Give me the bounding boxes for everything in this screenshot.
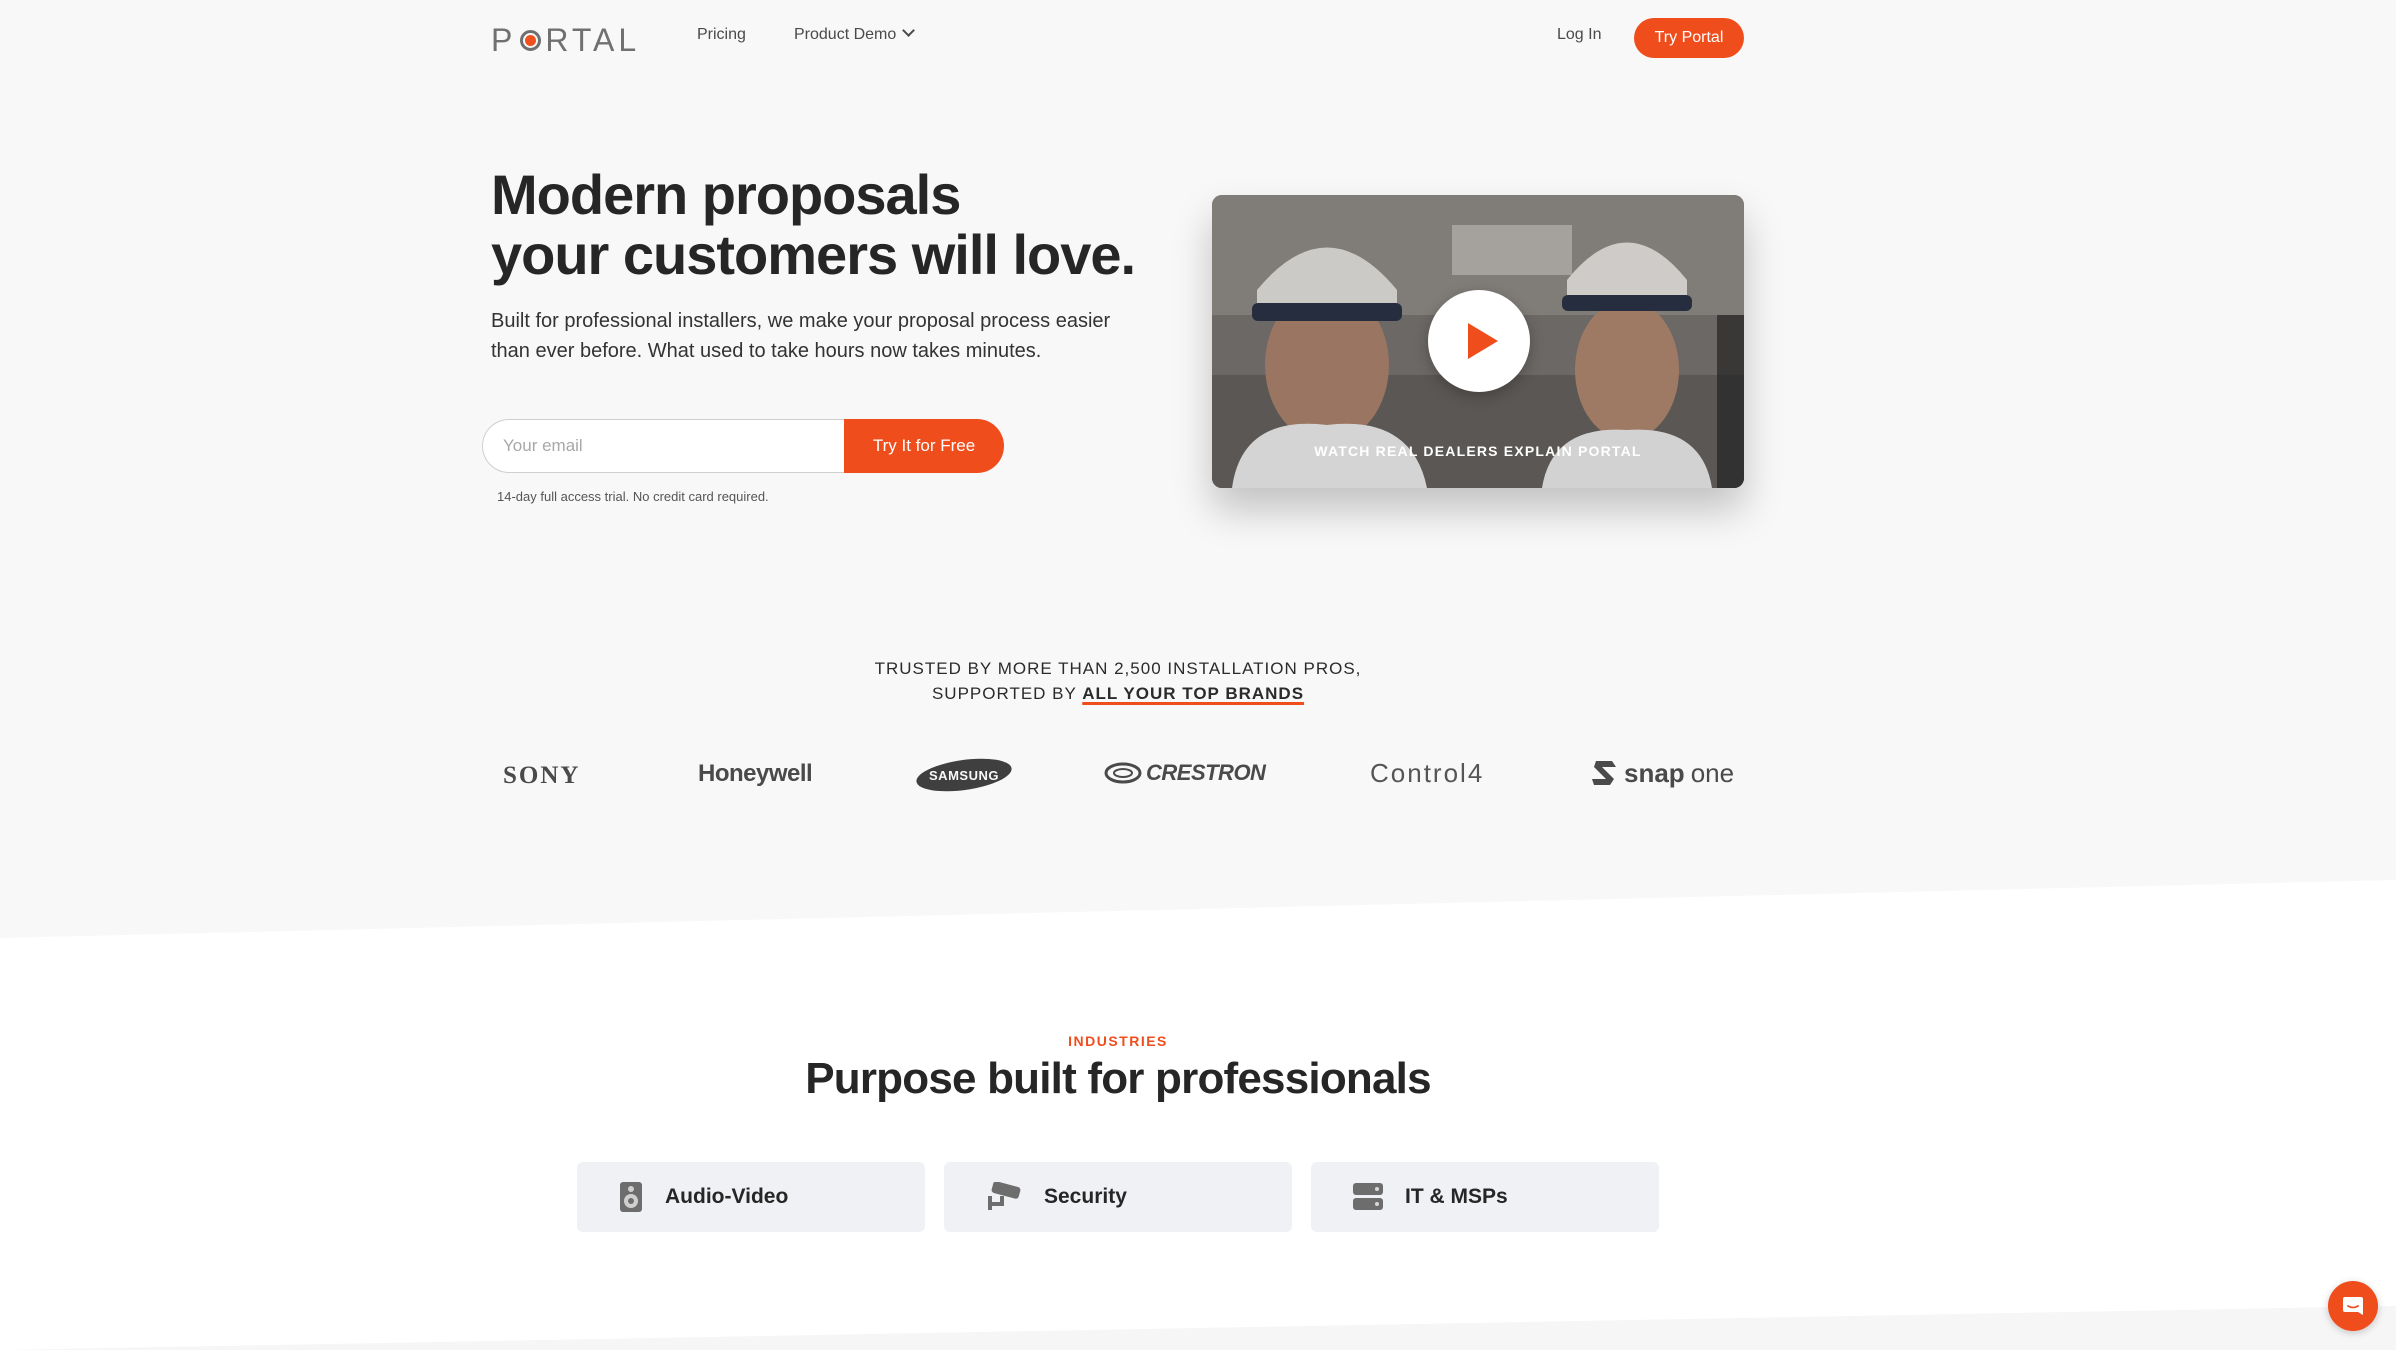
trust-line-2: SUPPORTED BY ALL YOUR TOP BRANDS bbox=[0, 681, 2236, 706]
logo-record-icon bbox=[520, 30, 542, 51]
trust-line-1: TRUSTED BY MORE THAN 2,500 INSTALLATION … bbox=[874, 659, 1362, 678]
security-camera-icon bbox=[988, 1182, 1021, 1210]
industry-card-it-msps[interactable]: IT & MSPs bbox=[1311, 1162, 1659, 1232]
sony-logo: SONY bbox=[503, 762, 581, 789]
industry-card-audio-video[interactable]: Audio-Video bbox=[577, 1162, 925, 1232]
trust-line-2-prefix: SUPPORTED BY bbox=[931, 684, 1083, 703]
snapone-logo-text: snap bbox=[1624, 757, 1685, 788]
crestron-logo-text: CRESTRON bbox=[1146, 760, 1266, 785]
chevron-down-icon bbox=[902, 24, 916, 37]
nav-product-demo-label: Product Demo bbox=[794, 26, 897, 43]
top-brands-highlight: ALL YOUR TOP BRANDS bbox=[1082, 684, 1305, 703]
industries-title: Purpose built for professionals bbox=[805, 1054, 1431, 1103]
video-caption: WATCH REAL DEALERS EXPLAIN PORTAL bbox=[1314, 443, 1642, 459]
crestron-swoosh-icon bbox=[1104, 762, 1142, 784]
industry-card-label: Audio-Video bbox=[665, 1185, 789, 1208]
login-link[interactable]: Log In bbox=[1557, 26, 1601, 44]
hero-headline-line2: your customers will love. bbox=[491, 223, 1136, 286]
server-icon bbox=[1353, 1183, 1383, 1210]
try-portal-button[interactable]: Try Portal bbox=[1634, 18, 1744, 58]
chat-launcher-button[interactable] bbox=[2328, 1281, 2378, 1331]
email-input[interactable] bbox=[482, 419, 844, 473]
samsung-logo-text: SAMSUNG bbox=[929, 768, 999, 783]
industry-card-security[interactable]: Security bbox=[944, 1162, 1292, 1232]
snapone-s-icon bbox=[1592, 761, 1616, 785]
samsung-logo: SAMSUNG bbox=[916, 758, 1012, 792]
hero-subtext: Built for professional installers, we ma… bbox=[491, 310, 1111, 362]
control4-logo: Control4 bbox=[1370, 758, 1485, 788]
industry-card-label: IT & MSPs bbox=[1405, 1185, 1508, 1208]
industry-card-label: Security bbox=[1044, 1185, 1127, 1208]
nav-pricing-link[interactable]: Pricing bbox=[697, 26, 746, 44]
snapone-logo-text-one: one bbox=[1690, 757, 1735, 788]
play-icon bbox=[1468, 323, 1498, 359]
crestron-logo: CRESTRON bbox=[1104, 760, 1266, 786]
hero-headline-line1: Modern proposals bbox=[491, 163, 961, 226]
honeywell-logo: Honeywell bbox=[698, 760, 813, 787]
logo-text-left: P bbox=[491, 22, 517, 58]
snapone-logo: snap one bbox=[1592, 757, 1734, 789]
nav-product-demo-dropdown[interactable]: Product Demo bbox=[794, 24, 916, 44]
play-button[interactable] bbox=[1428, 290, 1530, 392]
try-free-button[interactable]: Try It for Free bbox=[844, 419, 1004, 473]
portal-logo[interactable]: P RTAL bbox=[491, 22, 640, 59]
industries-label: INDUSTRIES bbox=[1068, 1033, 1168, 1049]
logo-text-right: RTAL bbox=[545, 22, 641, 58]
hero-headline: Modern proposals your customers will lov… bbox=[491, 163, 1136, 286]
chat-icon bbox=[2343, 1297, 2363, 1315]
trial-note: 14-day full access trial. No credit card… bbox=[497, 489, 769, 504]
video-thumbnail[interactable]: WATCH REAL DEALERS EXPLAIN PORTAL bbox=[1212, 195, 1744, 488]
trust-statement: TRUSTED BY MORE THAN 2,500 INSTALLATION … bbox=[0, 656, 2236, 706]
signup-form: Try It for Free bbox=[482, 419, 1004, 473]
speaker-icon bbox=[620, 1182, 642, 1212]
